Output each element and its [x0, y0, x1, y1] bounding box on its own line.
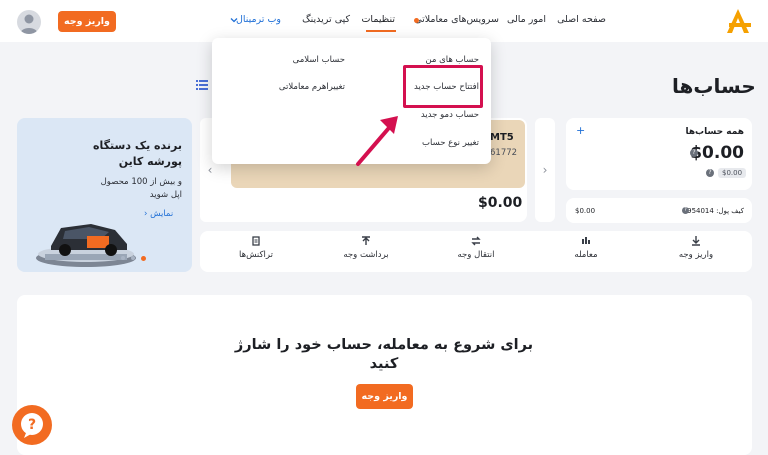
action-withdraw[interactable]: برداشت وجه — [326, 236, 406, 260]
carousel-next-button[interactable]: › — [535, 118, 555, 222]
accounts-total: $0.00 — [690, 143, 744, 163]
mt5-label: MT5 — [490, 132, 514, 143]
nav-notification-dot — [414, 18, 419, 23]
info-icon[interactable]: ? — [706, 169, 714, 177]
all-accounts-title: همه حساب‌ها — [685, 127, 744, 137]
chevron-down-icon[interactable] — [230, 16, 238, 24]
promo-banner[interactable]: برنده یک دستگاه پورشه کاین و بیش از 100 … — [17, 118, 192, 272]
wallet-value: $0.00 — [575, 207, 596, 215]
nav-copy-trading[interactable]: کپی تریدینگ — [302, 14, 350, 25]
transfer-icon — [471, 236, 481, 246]
svg-text:?: ? — [28, 417, 36, 433]
annotation-arrow — [356, 116, 398, 166]
nav-finance[interactable]: امور مالی — [507, 14, 546, 25]
list-view-icon[interactable] — [196, 80, 208, 90]
info-icon[interactable]: ? — [690, 149, 698, 157]
banner-show-link[interactable]: نمایش ‹ — [144, 209, 173, 219]
nav-settings[interactable]: تنظیمات — [361, 14, 395, 25]
menu-item-islamic-account[interactable]: حساب اسلامی — [293, 55, 345, 65]
wallet-label: کیف پول: 2954014 — [682, 207, 744, 215]
question-bubble-icon: ? — [21, 413, 43, 438]
help-chat-button[interactable]: ? — [12, 405, 52, 445]
highlight-box — [403, 65, 483, 108]
menu-item-change-leverage[interactable]: تغییراهرم معاملاتی — [279, 82, 345, 92]
user-icon — [20, 14, 38, 34]
brand-logo[interactable] — [724, 6, 752, 36]
empty-state-card — [17, 295, 752, 455]
receipt-icon — [252, 236, 260, 246]
action-transfer[interactable]: انتقال وجه — [436, 236, 516, 260]
mt5-account-number: 61772 — [490, 148, 518, 158]
nav-trading-services[interactable]: سرویس‌های معاملاتی — [414, 14, 499, 25]
info-icon[interactable]: ? — [682, 207, 689, 214]
nav-active-indicator — [366, 30, 396, 32]
menu-item-change-account-type[interactable]: تغییر نوع حساب — [422, 138, 479, 148]
avatar[interactable] — [17, 10, 41, 34]
action-deposit[interactable]: واریز وجه — [656, 236, 736, 260]
cta-deposit-button[interactable]: واریز وجه — [356, 384, 413, 409]
download-icon — [692, 236, 700, 246]
candles-icon — [582, 237, 590, 244]
accounts-badge: $0.00 — [718, 168, 747, 178]
mt5-balance: $0.00 — [478, 195, 523, 211]
nav-web-terminal[interactable]: وب ترمینال — [236, 14, 281, 25]
carousel-dot-active[interactable] — [141, 256, 146, 261]
nav-home[interactable]: صفحه اصلی — [557, 14, 606, 25]
header-deposit-button[interactable]: واریز وجه — [58, 11, 116, 32]
action-transactions[interactable]: تراکنش‌ها — [216, 236, 296, 260]
add-account-icon[interactable]: + — [576, 124, 585, 137]
page-title: حساب‌ها — [672, 74, 756, 98]
banner-title: برنده یک دستگاه پورشه کاین — [93, 139, 182, 168]
action-trade[interactable]: معامله — [546, 236, 626, 260]
carousel-dot[interactable] — [131, 256, 135, 260]
upload-icon — [362, 236, 370, 245]
carousel-dot[interactable] — [121, 256, 125, 260]
menu-item-my-accounts[interactable]: حساب های من — [425, 55, 479, 65]
banner-subtitle: و بیش از 100 محصول اپل شوید — [100, 177, 182, 200]
menu-item-new-demo-account[interactable]: حساب دمو جدید — [421, 110, 479, 120]
empty-state-title: برای شروع به معامله، حساب خود را شارژ کن… — [234, 337, 534, 372]
